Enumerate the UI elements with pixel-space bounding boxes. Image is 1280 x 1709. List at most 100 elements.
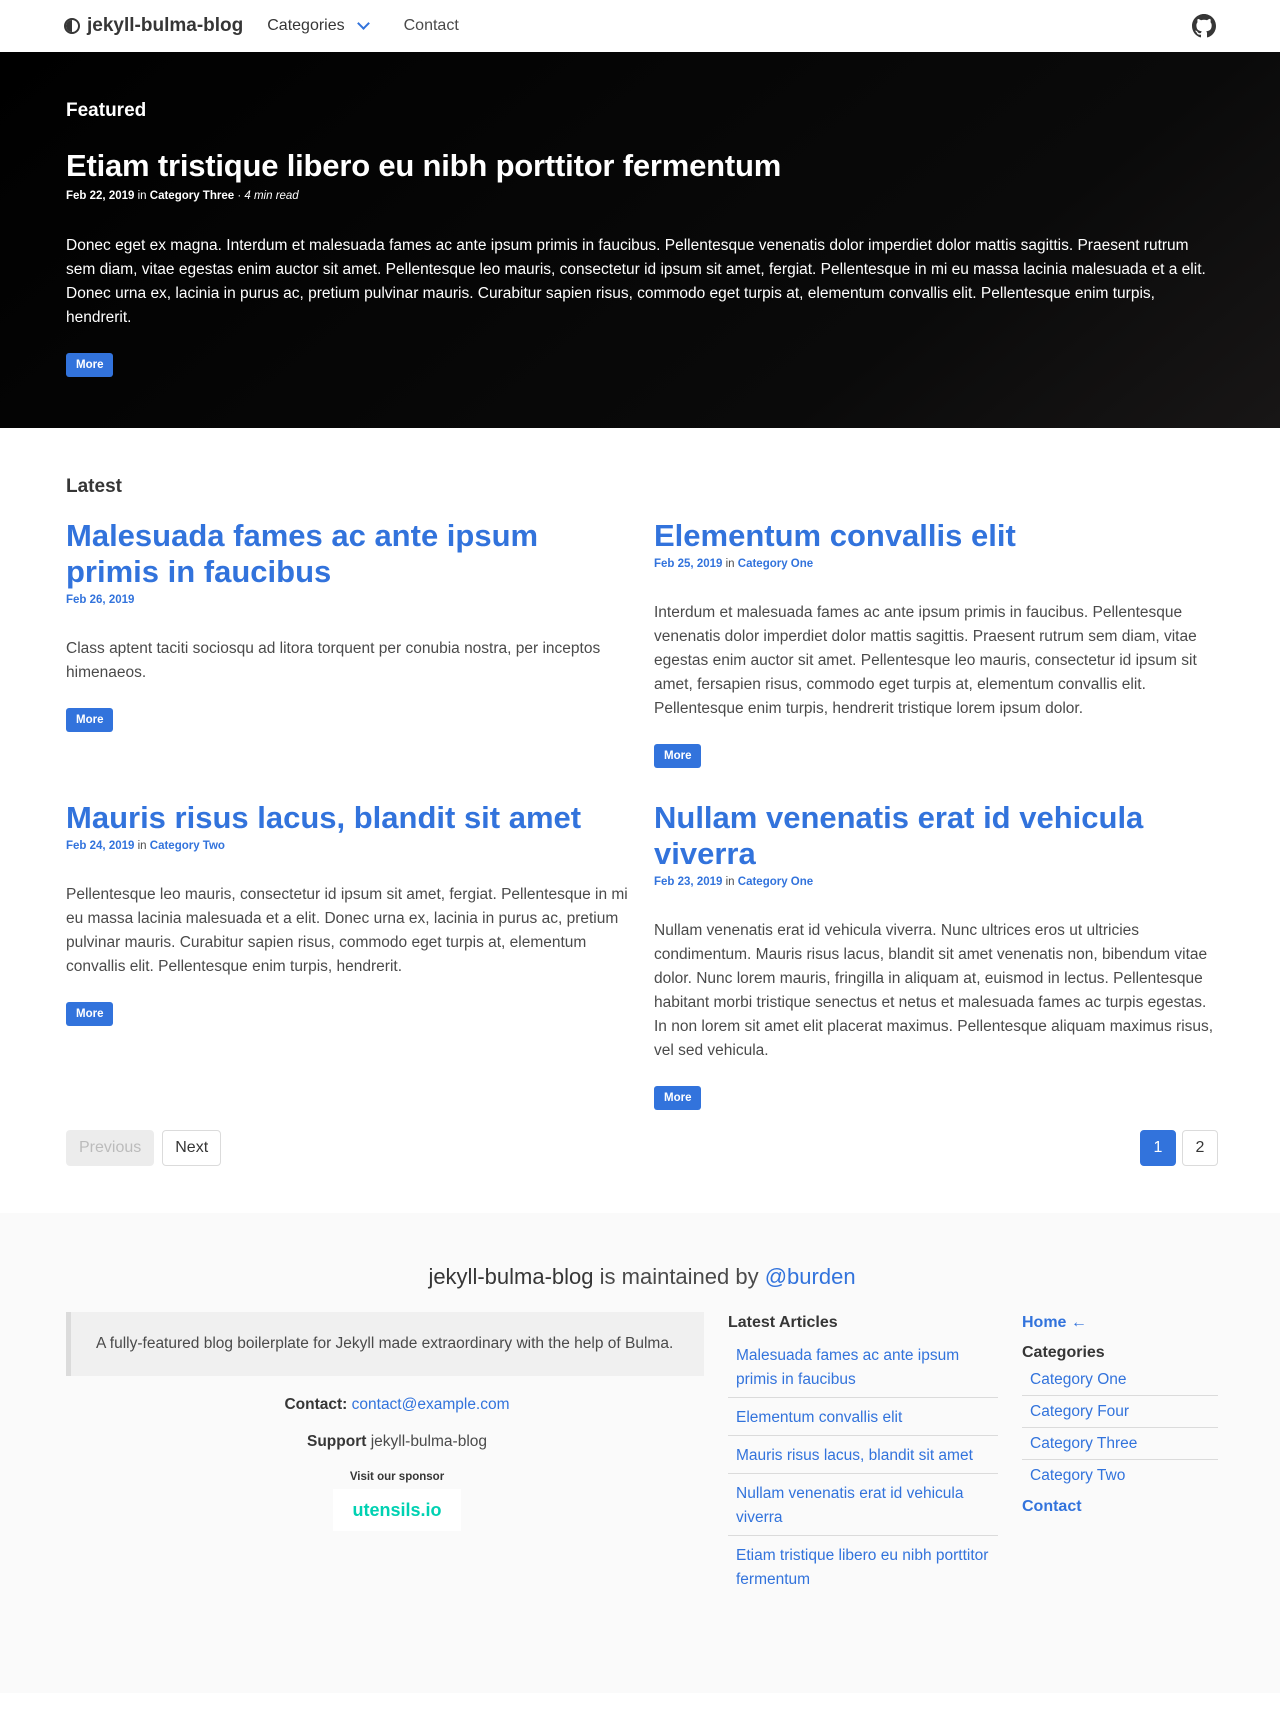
footer-contact: Contact: contact@example.com bbox=[66, 1396, 728, 1414]
footer-contact-email[interactable]: contact@example.com bbox=[352, 1396, 510, 1413]
featured-meta: Feb 22, 2019 in Category Three · 4 min r… bbox=[66, 190, 1218, 202]
list-item: Category Three bbox=[1022, 1435, 1218, 1460]
brand-name: jekyll-bulma-blog bbox=[87, 15, 244, 36]
hero-inner: Featured Etiam tristique libero eu nibh … bbox=[66, 52, 1218, 377]
featured-more-button[interactable]: More bbox=[66, 353, 114, 377]
list-item: Category One bbox=[1022, 1371, 1218, 1396]
pagination-prev-next: Previous Next bbox=[66, 1130, 222, 1166]
footer-site-name: jekyll-bulma-blog bbox=[428, 1264, 594, 1289]
footer-contact-label: Contact: bbox=[284, 1396, 348, 1413]
post-more-button[interactable]: More bbox=[654, 1086, 702, 1110]
sponsor-logo[interactable]: utensils.io bbox=[333, 1489, 461, 1531]
nav-contact-link[interactable]: Contact bbox=[404, 17, 459, 35]
post-date: Feb 25, 2019 bbox=[654, 558, 723, 570]
post-date: Feb 24, 2019 bbox=[66, 840, 135, 852]
latest-section: Latest Malesuada fames ac ante ipsum pri… bbox=[66, 428, 1218, 1166]
post-category[interactable]: Category One bbox=[738, 558, 813, 570]
menu-category-link[interactable]: Category Four bbox=[1030, 1403, 1129, 1420]
featured-in: in bbox=[137, 190, 147, 202]
github-icon[interactable] bbox=[1192, 14, 1216, 38]
latest-articles-list: Malesuada fames ac ante ipsum primis in … bbox=[728, 1344, 998, 1597]
menu-category-link[interactable]: Category One bbox=[1030, 1371, 1127, 1388]
latest-article-link[interactable]: Mauris risus lacus, blandit sit amet bbox=[736, 1447, 973, 1464]
sponsor-label: Visit our sponsor bbox=[349, 1471, 445, 1483]
featured-label: Featured bbox=[66, 100, 147, 121]
post-card: Nullam venenatis erat id vehicula viverr… bbox=[654, 800, 1218, 1118]
nav-categories-dropdown[interactable]: Categories bbox=[267, 17, 370, 35]
post-excerpt: Pellentesque leo mauris, consectetur id … bbox=[66, 886, 628, 975]
latest-articles-title: Latest Articles bbox=[728, 1314, 838, 1331]
post-title[interactable]: Mauris risus lacus, blandit sit amet bbox=[66, 800, 630, 836]
footer-quote: A fully-featured blog boilerplate for Je… bbox=[66, 1312, 704, 1376]
post-more-button[interactable]: More bbox=[654, 744, 702, 768]
post-excerpt: Class aptent taciti sociosqu ad litora t… bbox=[66, 640, 601, 681]
footer-heading: jekyll-bulma-blog is maintained by @burd… bbox=[66, 1264, 1218, 1290]
featured-excerpt: Donec eget ex magna. Interdum et malesua… bbox=[66, 237, 1206, 326]
post-category[interactable]: Category One bbox=[738, 876, 813, 888]
featured-category[interactable]: Category Three bbox=[150, 190, 234, 202]
posts-grid: Malesuada fames ac ante ipsum primis in … bbox=[66, 518, 1218, 1118]
post-title[interactable]: Elementum convallis elit bbox=[654, 518, 1218, 554]
post-more-button[interactable]: More bbox=[66, 1002, 114, 1026]
latest-article-link[interactable]: Malesuada fames ac ante ipsum primis in … bbox=[736, 1347, 959, 1388]
footer-author-link[interactable]: @burden bbox=[765, 1264, 856, 1289]
post-in: in bbox=[725, 558, 735, 570]
list-item: Etiam tristique libero eu nibh porttitor… bbox=[728, 1544, 998, 1597]
latest-title: Latest bbox=[66, 476, 122, 497]
menu-category-link[interactable]: Category Two bbox=[1030, 1467, 1125, 1484]
footer-inner: jekyll-bulma-blog is maintained by @burd… bbox=[66, 1213, 1218, 1605]
list-item: Nullam venenatis erat id vehicula viverr… bbox=[728, 1482, 998, 1536]
post-meta: Feb 24, 2019 in Category Two bbox=[66, 840, 630, 852]
featured-hero: Featured Etiam tristique libero eu nibh … bbox=[0, 52, 1280, 428]
post-category[interactable]: Category Two bbox=[150, 840, 225, 852]
post-card: Mauris risus lacus, blandit sit amet Feb… bbox=[66, 800, 654, 1118]
footer-latest-column: Latest Articles Malesuada fames ac ante … bbox=[728, 1312, 1022, 1605]
list-item: Elementum convallis elit bbox=[728, 1406, 998, 1436]
latest-article-link[interactable]: Elementum convallis elit bbox=[736, 1409, 902, 1426]
previous-button[interactable]: Previous bbox=[66, 1130, 155, 1166]
post-date: Feb 23, 2019 bbox=[654, 876, 723, 888]
post-in: in bbox=[137, 840, 147, 852]
footer: jekyll-bulma-blog is maintained by @burd… bbox=[0, 1213, 1280, 1693]
menu-categories-list: Category One Category Four Category Thre… bbox=[1022, 1371, 1218, 1491]
post-in: in bbox=[725, 876, 735, 888]
brand-link[interactable]: jekyll-bulma-blog bbox=[64, 15, 243, 37]
featured-sep: · bbox=[237, 190, 242, 202]
list-item: Category Two bbox=[1022, 1467, 1218, 1491]
half-circle-icon bbox=[64, 18, 80, 34]
post-excerpt: Interdum et malesuada fames ac ante ipsu… bbox=[654, 604, 1197, 717]
post-title[interactable]: Malesuada fames ac ante ipsum primis in … bbox=[66, 518, 630, 590]
featured-title[interactable]: Etiam tristique libero eu nibh porttitor… bbox=[66, 148, 1218, 184]
list-item: Mauris risus lacus, blandit sit amet bbox=[728, 1444, 998, 1474]
post-meta: Feb 25, 2019 in Category One bbox=[654, 558, 1218, 570]
list-item: Category Four bbox=[1022, 1403, 1218, 1428]
post-excerpt: Nullam venenatis erat id vehicula viverr… bbox=[654, 922, 1214, 1059]
pagination: Previous Next 1 2 bbox=[66, 1130, 1218, 1166]
post-meta: Feb 23, 2019 in Category One bbox=[654, 876, 1218, 888]
post-card: Malesuada fames ac ante ipsum primis in … bbox=[66, 518, 654, 800]
menu-contact-link[interactable]: Contact bbox=[1022, 1498, 1218, 1516]
footer-menu-column: Home ← Categories Category One Category … bbox=[1022, 1312, 1218, 1605]
footer-support: Support jekyll-bulma-blog bbox=[66, 1433, 728, 1451]
navbar: jekyll-bulma-blog Categories Contact bbox=[0, 0, 1280, 52]
post-more-button[interactable]: More bbox=[66, 708, 114, 732]
featured-date: Feb 22, 2019 bbox=[66, 190, 135, 202]
latest-article-link[interactable]: Nullam venenatis erat id vehicula viverr… bbox=[736, 1485, 963, 1526]
post-date: Feb 26, 2019 bbox=[66, 594, 135, 606]
latest-article-link[interactable]: Etiam tristique libero eu nibh porttitor… bbox=[736, 1547, 988, 1588]
menu-categories-label: Categories bbox=[1022, 1344, 1105, 1361]
next-button[interactable]: Next bbox=[162, 1130, 222, 1166]
chevron-down-icon bbox=[356, 17, 370, 30]
post-title[interactable]: Nullam venenatis erat id vehicula viverr… bbox=[654, 800, 1218, 872]
menu-home-link[interactable]: Home ← bbox=[1022, 1314, 1218, 1332]
footer-maintained-text: is maintained by bbox=[593, 1264, 765, 1289]
nav-categories-label: Categories bbox=[267, 17, 345, 34]
footer-support-label: Support bbox=[306, 1433, 367, 1450]
footer-columns: A fully-featured blog boilerplate for Je… bbox=[66, 1312, 1218, 1605]
post-card: Elementum convallis elit Feb 25, 2019 in… bbox=[654, 518, 1218, 800]
page-link-1[interactable]: 1 bbox=[1140, 1130, 1176, 1166]
menu-category-link[interactable]: Category Three bbox=[1030, 1435, 1137, 1452]
footer-about-column: A fully-featured blog boilerplate for Je… bbox=[66, 1312, 728, 1605]
page-link-2[interactable]: 2 bbox=[1182, 1130, 1218, 1166]
featured-read-time: 4 min read bbox=[244, 190, 299, 202]
